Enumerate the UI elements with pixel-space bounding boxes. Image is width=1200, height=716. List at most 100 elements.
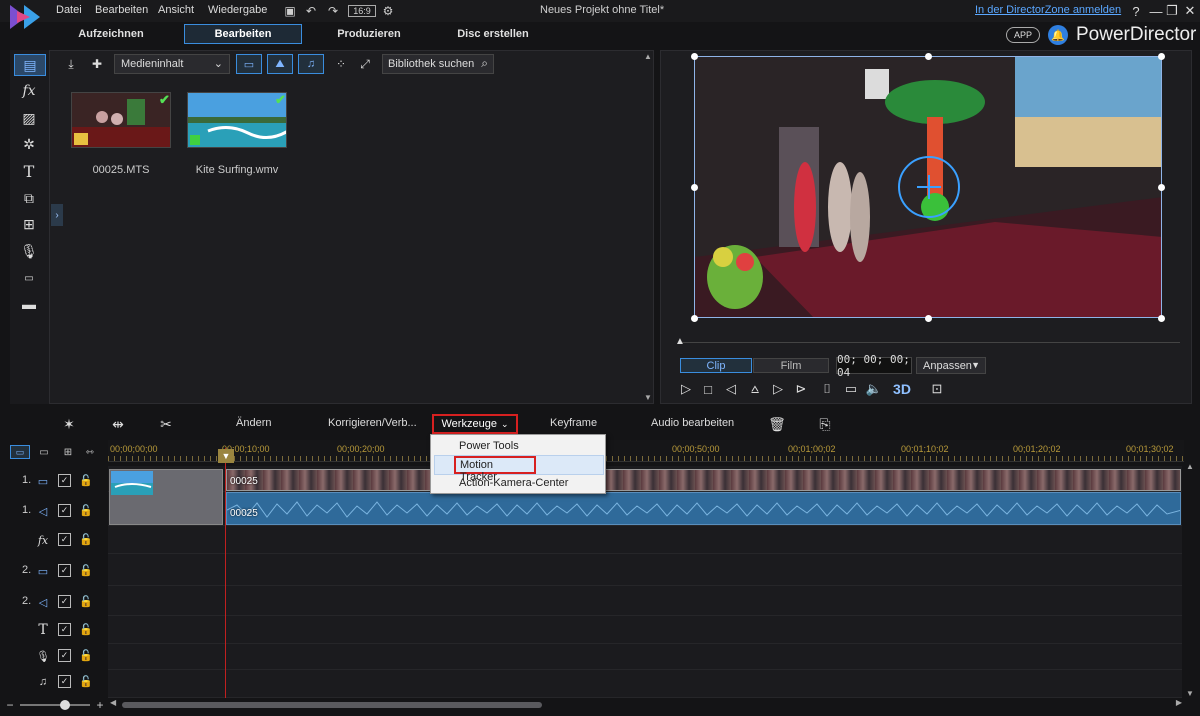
timeline-clip-kite-surfing[interactable]: [109, 469, 223, 525]
resize-handle[interactable]: [1158, 315, 1165, 322]
edit-button[interactable]: Ändern: [236, 417, 271, 429]
zoom-slider-handle[interactable]: [60, 700, 70, 710]
menu-bearbeiten[interactable]: Bearbeiten: [95, 4, 148, 16]
title-track-lane[interactable]: [108, 616, 1182, 644]
delete-trash-icon[interactable]: 🗑: [766, 413, 788, 435]
audio-mixing-room-icon[interactable]: ⊞: [16, 213, 42, 235]
fix-enhance-button[interactable]: Korrigieren/Verb...: [328, 417, 417, 429]
media-thumb-kite-surfing[interactable]: [187, 92, 287, 148]
lock-icon[interactable]: 🔓: [79, 532, 93, 546]
menu-item-action-camera-center[interactable]: Action-Kamera-Center: [459, 477, 568, 489]
lock-icon[interactable]: 🔓: [79, 622, 93, 636]
media-content-dropdown[interactable]: Medieninhalt ⌄: [114, 54, 230, 74]
clip-mode-button[interactable]: Clip: [680, 358, 752, 373]
help-icon[interactable]: ?: [1127, 2, 1145, 20]
video-track-2-lane[interactable]: [108, 554, 1182, 586]
resize-handle[interactable]: [691, 315, 698, 322]
audio-filter-icon[interactable]: ♫: [298, 54, 324, 74]
settings-gear-icon[interactable]: ⚙: [380, 3, 396, 19]
fullscreen-icon[interactable]: ⤢: [356, 55, 374, 73]
timeline-vertical-scrollbar[interactable]: ▲ ▼: [1184, 462, 1196, 698]
resize-handle[interactable]: [1158, 184, 1165, 191]
fit-to-window-icon[interactable]: ⇿: [82, 445, 98, 459]
menu-wiedergabe[interactable]: Wiedergabe: [208, 4, 267, 16]
track-enable-checkbox[interactable]: ✓: [58, 595, 71, 608]
track-enable-checkbox[interactable]: ✓: [58, 649, 71, 662]
fx-track-lane[interactable]: [108, 526, 1182, 554]
plugins-icon[interactable]: ✚: [88, 55, 106, 73]
scrubber-handle-icon[interactable]: ▲: [675, 336, 685, 347]
resize-handle[interactable]: [1158, 53, 1165, 60]
timecode-display[interactable]: 00; 00; 00; 04: [836, 353, 912, 379]
audio-edit-button[interactable]: Audio bearbeiten: [651, 417, 734, 429]
timeline-view-icon[interactable]: ▭: [10, 445, 30, 459]
library-scrollbar[interactable]: ▲ ▼: [642, 50, 654, 404]
tools-dropdown-button[interactable]: Werkzeuge ⌄: [432, 414, 518, 434]
image-filter-icon[interactable]: ⛰: [267, 54, 293, 74]
timeline-audio-clip-00025[interactable]: 00025: [226, 492, 1181, 525]
resize-handle[interactable]: [925, 53, 932, 60]
import-media-icon[interactable]: ⤓: [62, 55, 80, 73]
zoom-in-icon[interactable]: +: [94, 698, 106, 712]
preview-video-frame[interactable]: [694, 56, 1162, 318]
previous-frame-icon[interactable]: ◁: [721, 379, 741, 399]
next-frame-icon[interactable]: ▷: [768, 379, 788, 399]
transition-room-icon[interactable]: ⧉: [16, 187, 42, 209]
playhead-handle-icon[interactable]: ▼: [218, 449, 234, 463]
menu-datei[interactable]: Datei: [56, 4, 82, 16]
track-enable-checkbox[interactable]: ✓: [58, 675, 71, 688]
audio-track-2-lane[interactable]: [108, 586, 1182, 616]
grid-view-icon[interactable]: ⁘: [332, 55, 350, 73]
particle-room-icon[interactable]: ✲: [16, 133, 42, 155]
title-room-icon[interactable]: T: [16, 160, 42, 182]
stop-icon[interactable]: □: [698, 379, 718, 399]
expand-panel-chevron-icon[interactable]: ›: [51, 204, 63, 226]
split-marker-icon[interactable]: ⩟: [745, 379, 765, 399]
app-badge[interactable]: APP: [1006, 27, 1040, 43]
library-search-input[interactable]: Bibliothek suchen ⌕: [382, 54, 494, 74]
menu-item-power-tools[interactable]: Power Tools: [459, 440, 519, 452]
track-enable-checkbox[interactable]: ✓: [58, 504, 71, 517]
lock-icon[interactable]: 🔓: [79, 594, 93, 608]
directorzone-login-link[interactable]: In der DirectorZone anmelden: [975, 4, 1121, 16]
lock-icon[interactable]: 🔓: [79, 473, 93, 487]
lock-icon[interactable]: 🔓: [79, 503, 93, 517]
timeline-video-clip-00025[interactable]: 00025: [226, 469, 1181, 491]
volume-icon[interactable]: 🔈: [864, 379, 884, 399]
magic-tools-icon[interactable]: ✶: [58, 413, 80, 435]
timeline-playhead[interactable]: [225, 448, 226, 698]
subtitle-room-icon[interactable]: ▬: [16, 293, 42, 315]
track-enable-checkbox[interactable]: ✓: [58, 533, 71, 546]
tab-aufzeichnen[interactable]: Aufzeichnen: [52, 24, 170, 44]
tab-disc-erstellen[interactable]: Disc erstellen: [434, 24, 552, 44]
menu-ansicht[interactable]: Ansicht: [158, 4, 194, 16]
menu-item-motion-tracker[interactable]: Motion Tracker: [454, 456, 536, 483]
undo-icon[interactable]: ↶: [303, 3, 319, 19]
split-scissors-icon[interactable]: ✂: [155, 413, 177, 435]
track-manager-icon[interactable]: ⊞: [60, 445, 76, 459]
resize-handle[interactable]: [691, 53, 698, 60]
fit-timeline-icon[interactable]: ⇹: [107, 413, 129, 435]
tab-bearbeiten[interactable]: Bearbeiten: [184, 24, 302, 44]
preview-scrubber-track[interactable]: [680, 342, 1180, 343]
restore-icon[interactable]: ❐: [1163, 2, 1181, 20]
timeline-horizontal-scrollbar[interactable]: ◀ ▶: [108, 698, 1184, 710]
storyboard-view-icon[interactable]: ▭: [36, 445, 52, 459]
lock-icon[interactable]: 🔓: [79, 563, 93, 577]
lock-icon[interactable]: 🔓: [79, 674, 93, 688]
media-room-icon[interactable]: ▤: [17, 54, 43, 76]
pip-objects-room-icon[interactable]: ▨: [16, 107, 42, 129]
close-icon[interactable]: ✕: [1181, 2, 1199, 20]
aspect-ratio-button[interactable]: 16:9: [348, 5, 376, 17]
voice-over-room-icon[interactable]: 🎙: [16, 240, 42, 262]
stereo-3d-toggle[interactable]: 3D: [888, 379, 916, 399]
redo-icon[interactable]: ↷: [325, 3, 341, 19]
save-icon[interactable]: ▣: [282, 3, 298, 19]
zoom-slider-track[interactable]: [20, 704, 90, 706]
track-enable-checkbox[interactable]: ✓: [58, 564, 71, 577]
chapter-room-icon[interactable]: ▭: [16, 267, 42, 289]
track-enable-checkbox[interactable]: ✓: [58, 474, 71, 487]
subtitle-toggle-icon[interactable]: ▭: [841, 379, 861, 399]
voice-track-lane[interactable]: [108, 644, 1182, 670]
zoom-out-icon[interactable]: −: [4, 698, 16, 712]
